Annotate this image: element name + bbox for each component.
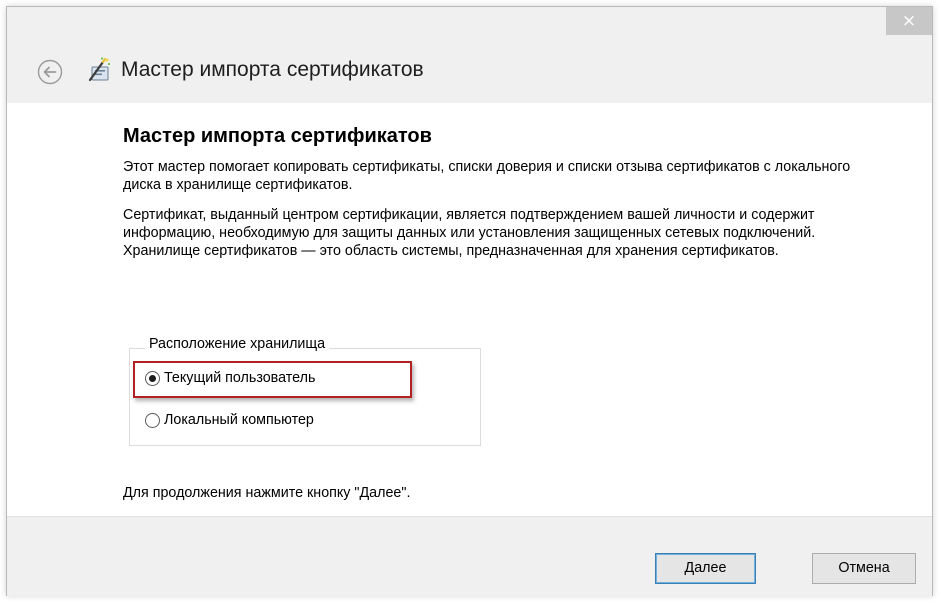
radio-current-user-label[interactable]: Текущий пользователь [164, 370, 315, 386]
radio-local-machine-label[interactable]: Локальный компьютер [164, 412, 314, 428]
store-location-legend: Расположение хранилища [145, 336, 330, 352]
back-button[interactable] [37, 59, 63, 85]
radio-button-unchecked[interactable] [145, 412, 160, 428]
wizard-content: Мастер импорта сертификатов Этот мастер … [7, 103, 932, 516]
radio-button-checked[interactable] [145, 370, 160, 386]
close-icon: × [901, 11, 917, 31]
back-arrow-icon [37, 59, 63, 85]
cancel-button[interactable]: Отмена [812, 553, 916, 584]
certificate-wizard-icon [87, 56, 113, 84]
radio-local-machine[interactable]: Локальный компьютер [145, 412, 314, 428]
close-button[interactable]: × [886, 7, 932, 35]
next-button[interactable]: Далее [655, 553, 756, 584]
intro-paragraph: Этот мастер помогает копировать сертифик… [123, 159, 851, 193]
certificate-import-wizard-window: × Мастер импорта сертификатов Мастер имп… [6, 6, 933, 597]
certificate-description-paragraph: Сертификат, выданный центром сертификаци… [123, 207, 816, 259]
button-bar: Далее Отмена [7, 516, 932, 597]
page-heading: Мастер импорта сертификатов [123, 125, 432, 147]
window-title: Мастер импорта сертификатов [121, 58, 424, 81]
continue-hint: Для продолжения нажмите кнопку "Далее". [123, 485, 411, 501]
radio-current-user[interactable]: Текущий пользователь [145, 370, 315, 386]
title-bar: × Мастер импорта сертификатов [7, 7, 932, 103]
